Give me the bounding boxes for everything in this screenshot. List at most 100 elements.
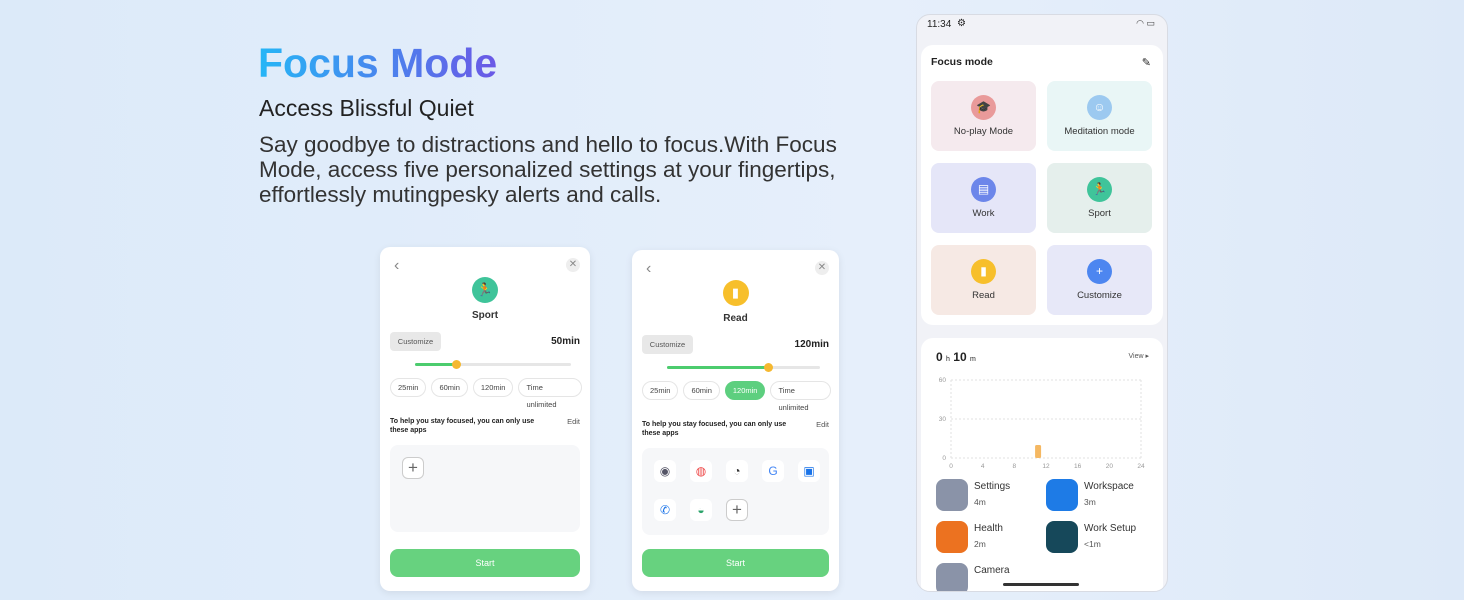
focus-mode-sport[interactable]: 🏃 Sport bbox=[1047, 163, 1152, 233]
app-text: Camera bbox=[974, 563, 1010, 581]
y-tick-label: 30 bbox=[939, 416, 947, 423]
mode-label: Meditation mode bbox=[1064, 126, 1135, 137]
usage-minutes: 10 bbox=[953, 350, 967, 364]
workspace-icon bbox=[1046, 479, 1078, 511]
focus-mode-meditation-mode[interactable]: ☺ Meditation mode bbox=[1047, 81, 1152, 151]
x-tick-label: 24 bbox=[1137, 463, 1145, 470]
hero-title: Focus Mode bbox=[258, 40, 498, 86]
chip-25min[interactable]: 25min bbox=[390, 378, 427, 397]
app-usage-item[interactable]: Camera bbox=[936, 563, 1046, 591]
mode-label: Work bbox=[972, 208, 995, 219]
duration-slider[interactable] bbox=[667, 363, 820, 372]
book-icon: ▮ bbox=[722, 280, 749, 306]
app-usage-item[interactable]: Health 2m bbox=[936, 521, 1046, 553]
y-tick-label: 60 bbox=[939, 377, 947, 384]
chip-60min[interactable]: 60min bbox=[683, 381, 720, 400]
usage-panel: 0 h 10 m View ▸ 0 30 60 0 4 8 12 16 20 24 Setting… bbox=[921, 338, 1163, 591]
clock-icon[interactable]: ◔ bbox=[726, 460, 748, 482]
app-time: 4m bbox=[974, 497, 986, 507]
focus-mode-panel: Focus mode ✎ 🎓 No-play Mode ☺ Meditation mo… bbox=[921, 45, 1163, 325]
x-tick-label: 20 bbox=[1106, 463, 1114, 470]
back-button[interactable]: ‹ bbox=[646, 260, 651, 278]
start-button[interactable]: Start bbox=[390, 549, 580, 577]
chip-time-unlimited[interactable]: Time unlimited bbox=[518, 378, 582, 409]
x-tick-label: 4 bbox=[981, 463, 985, 470]
app-text: Work Setup <1m bbox=[1084, 521, 1136, 549]
slider-handle[interactable] bbox=[763, 363, 773, 372]
mode-label: No-play Mode bbox=[953, 126, 1014, 137]
app-usage-item[interactable]: Workspace 3m bbox=[1046, 479, 1156, 511]
app-name: Settings bbox=[974, 481, 1011, 492]
edit-apps-link[interactable]: Edit bbox=[567, 417, 580, 426]
camera-icon[interactable]: ◉ bbox=[654, 460, 676, 482]
chip-120min[interactable]: 120min bbox=[724, 381, 766, 400]
mode-name: Sport bbox=[471, 310, 499, 321]
focus-mode-customize[interactable]: + Customize bbox=[1047, 245, 1152, 315]
app-name: Workspace bbox=[1084, 481, 1134, 492]
hero-subtitle: Access Blissful Quiet bbox=[259, 95, 474, 121]
app-text: Workspace 3m bbox=[1084, 479, 1134, 507]
calendar-icon[interactable]: ▣ bbox=[798, 460, 820, 482]
allowed-apps-hint: To help you stay focused, you can only u… bbox=[390, 418, 535, 434]
duration-slider[interactable] bbox=[415, 360, 571, 369]
duration-presets: 25min 60min 120min Time unlimited bbox=[642, 381, 831, 412]
view-link[interactable]: View ▸ bbox=[1128, 352, 1149, 360]
allowed-apps-hint: To help you stay focused, you can only u… bbox=[642, 421, 787, 437]
pencil-icon[interactable]: ✎ bbox=[1142, 56, 1151, 69]
customize-button[interactable]: Customize bbox=[390, 332, 441, 351]
close-button[interactable]: ✕ bbox=[566, 258, 580, 272]
messages-icon[interactable]: ◒ bbox=[690, 499, 712, 521]
chip-time-unlimited[interactable]: Time unlimited bbox=[770, 381, 831, 412]
app-name: Health bbox=[974, 523, 1003, 534]
focus-mode-no-play-mode[interactable]: 🎓 No-play Mode bbox=[931, 81, 1036, 151]
chip-120min[interactable]: 120min bbox=[472, 378, 514, 397]
app-text: Settings 4m bbox=[974, 479, 1010, 507]
google-icon[interactable]: G bbox=[762, 460, 784, 482]
focus-mode-title: Focus mode bbox=[931, 56, 993, 68]
chrome-icon[interactable]: ◍ bbox=[690, 460, 712, 482]
hero-description: Say goodbye to distractions and hello to… bbox=[259, 132, 837, 207]
usage-hours: 0 bbox=[936, 350, 943, 364]
running-person-icon: 🏃 bbox=[1087, 177, 1112, 202]
briefcase-icon: ▤ bbox=[971, 177, 996, 202]
app-text: Health 2m bbox=[974, 521, 1003, 549]
read-mode-card: ‹ ✕ ▮ Read Customize 120min 25min 60min 120min Ti… bbox=[632, 250, 839, 591]
x-tick-label: 12 bbox=[1042, 463, 1050, 470]
app-usage-item[interactable]: Work Setup <1m bbox=[1046, 521, 1156, 553]
meditation-icon: ☺ bbox=[1087, 95, 1112, 120]
chip-60min[interactable]: 60min bbox=[431, 378, 468, 397]
app-name: Camera bbox=[974, 565, 1010, 576]
status-time: 11:34 bbox=[927, 19, 952, 30]
app-time: <1m bbox=[1084, 539, 1101, 549]
book-icon: ▮ bbox=[971, 259, 996, 284]
edit-apps-link[interactable]: Edit bbox=[816, 420, 829, 429]
add-app-button[interactable]: + bbox=[402, 457, 424, 479]
focus-mode-work[interactable]: ▤ Work bbox=[931, 163, 1036, 233]
app-usage-item[interactable]: Settings 4m bbox=[936, 479, 1046, 511]
usage-chart: 0 30 60 0 4 8 12 16 20 24 bbox=[939, 377, 1145, 470]
chip-25min[interactable]: 25min bbox=[642, 381, 679, 400]
mode-label: Customize bbox=[1077, 290, 1122, 301]
app-name: Work Setup bbox=[1084, 523, 1137, 534]
mode-name: Read bbox=[723, 313, 748, 324]
back-button[interactable]: ‹ bbox=[394, 257, 399, 275]
home-indicator[interactable] bbox=[1003, 583, 1079, 586]
duration-value: 120min bbox=[794, 339, 829, 350]
close-button[interactable]: ✕ bbox=[815, 261, 829, 275]
android-icon bbox=[1046, 521, 1078, 553]
health-icon bbox=[936, 521, 968, 553]
phone-icon[interactable]: ✆ bbox=[654, 499, 676, 521]
add-app-button[interactable]: + bbox=[726, 499, 748, 521]
x-tick-label: 8 bbox=[1013, 463, 1017, 470]
customize-button[interactable]: Customize bbox=[642, 335, 693, 354]
app-time: 3m bbox=[1084, 497, 1096, 507]
x-tick-label: 0 bbox=[949, 463, 953, 470]
running-person-icon: 🏃 bbox=[472, 277, 498, 303]
slider-handle[interactable] bbox=[451, 360, 461, 369]
gear-icon: ⚙ bbox=[957, 18, 966, 29]
focus-mode-read[interactable]: ▮ Read bbox=[931, 245, 1036, 315]
start-button[interactable]: Start bbox=[642, 549, 829, 577]
mode-label: Read bbox=[972, 290, 995, 301]
settings-icon bbox=[936, 479, 968, 511]
battery-icon: ◠ ▭ bbox=[1136, 18, 1155, 28]
